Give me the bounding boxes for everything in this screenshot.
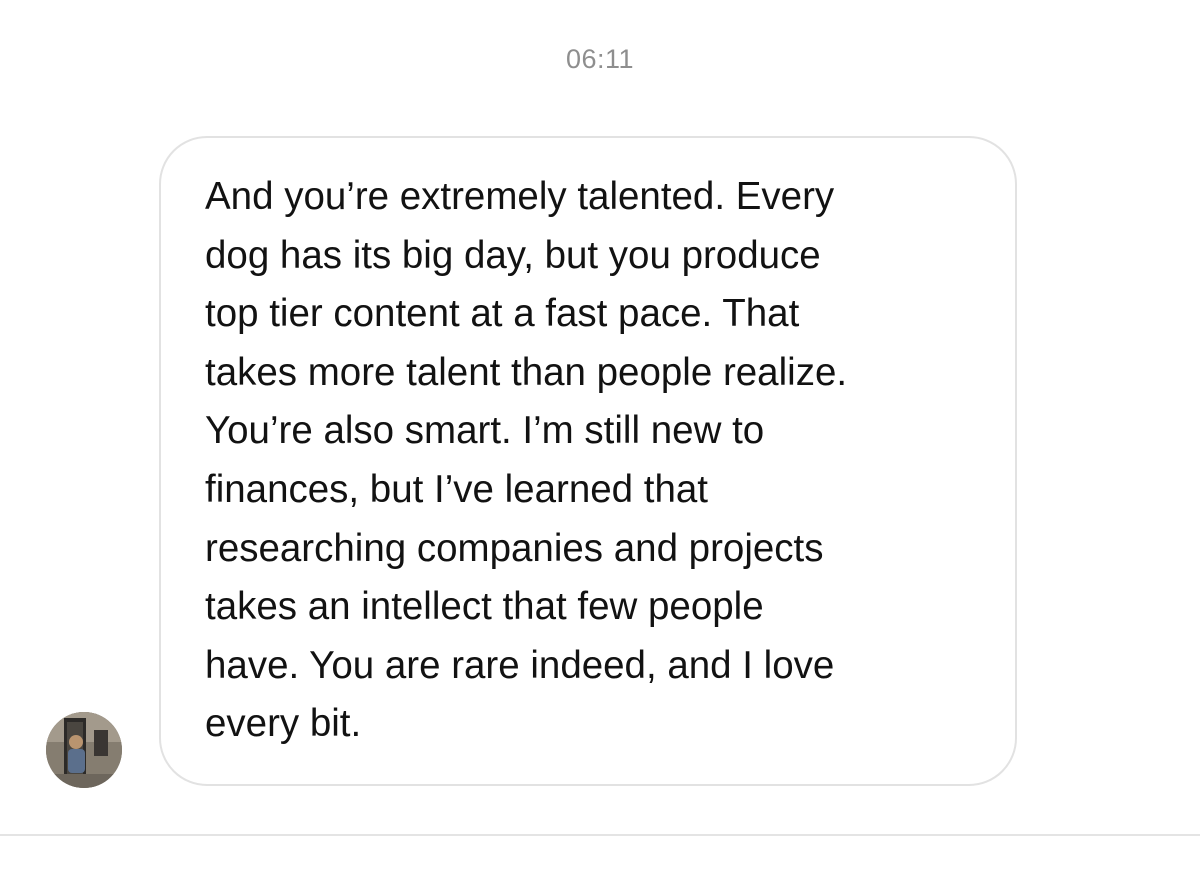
sender-avatar[interactable] xyxy=(46,712,122,788)
message-line: top tier content at a fast pace. That xyxy=(205,292,800,336)
message-line: researching companies and projects xyxy=(205,526,824,570)
message-line: every bit. xyxy=(205,702,362,746)
message-text: And you’re extremely talented. Every dog… xyxy=(205,168,995,754)
message-line: You’re also smart. I’m still new to xyxy=(205,409,765,453)
message-bubble[interactable]: And you’re extremely talented. Every dog… xyxy=(159,136,1017,786)
composer-divider xyxy=(0,834,1200,836)
message-line: have. You are rare indeed, and I love xyxy=(205,643,835,687)
received-message-row: And you’re extremely talented. Every dog… xyxy=(0,0,1200,876)
message-line: takes more talent than people realize. xyxy=(205,350,848,394)
message-line: And you’re extremely talented. Every xyxy=(205,175,835,218)
message-line: dog has its big day, but you produce xyxy=(205,233,821,277)
message-line: finances, but I’ve learned that xyxy=(205,467,708,511)
profile-photo-avatar-icon xyxy=(46,712,122,788)
message-line: takes an intellect that few people xyxy=(205,585,764,629)
